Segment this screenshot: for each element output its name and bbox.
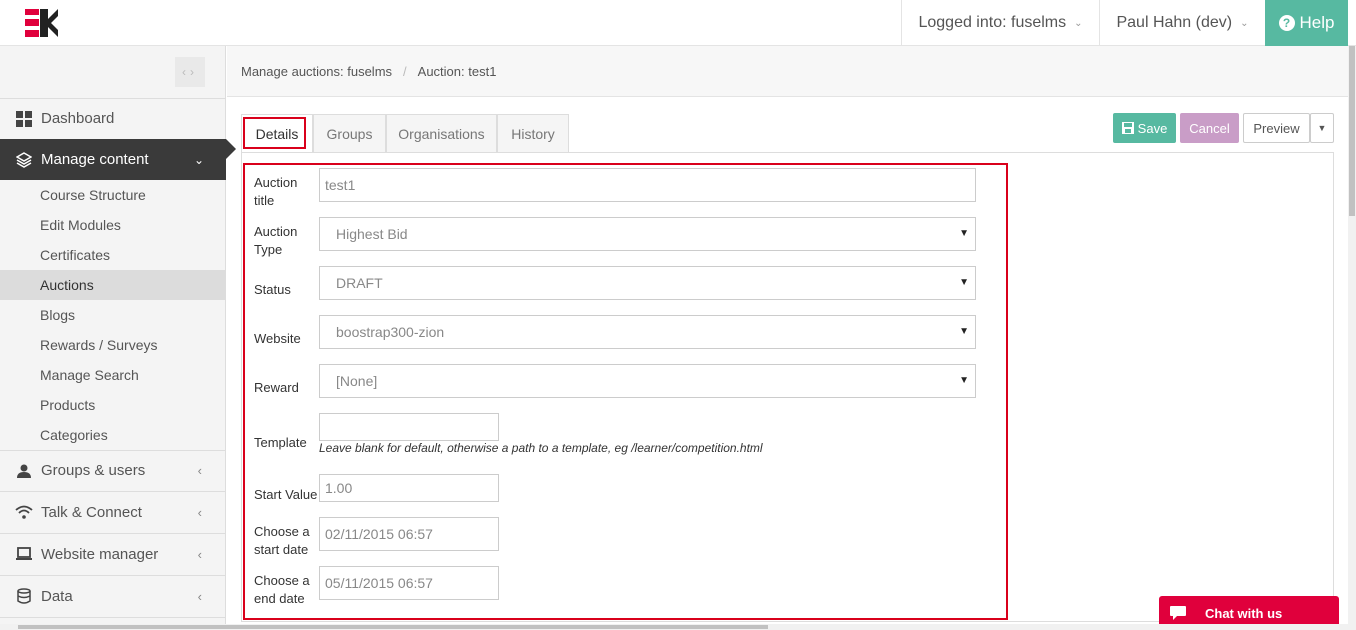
website-value: boostrap300-zion	[336, 324, 445, 340]
layers-icon	[15, 151, 33, 169]
website-label: Website	[254, 331, 301, 346]
breadcrumb-separator: /	[403, 63, 407, 79]
template-label: Template	[254, 435, 307, 450]
sidebar-item-label: Website manager	[41, 545, 159, 563]
preview-dropdown-toggle[interactable]: ▼	[1310, 113, 1334, 143]
scrollbar-thumb[interactable]	[1349, 46, 1355, 216]
chat-bubble-icon	[1170, 606, 1186, 620]
end-date-input[interactable]: 05/11/2015 06:57	[319, 566, 499, 600]
cancel-button[interactable]: Cancel	[1180, 113, 1239, 143]
auction-type-label: Auction Type	[254, 224, 298, 257]
divider	[0, 617, 226, 618]
logged-into-label: Logged into: fuselms	[918, 14, 1067, 31]
sidebar-subitem-categories[interactable]: Categories	[0, 420, 226, 450]
chevron-left-icon: ‹	[197, 504, 202, 520]
chevron-down-icon: ⌄	[193, 152, 204, 167]
auction-title-label: Auction title	[254, 175, 298, 208]
template-help-text: Leave blank for default, otherwise a pat…	[319, 441, 763, 455]
sidebar-item-label: Talk & Connect	[41, 503, 142, 521]
sidebar-item-dashboard[interactable]: Dashboard	[0, 98, 226, 139]
sidebar: ‹› Dashboard Manage content ⌄ Course Str…	[0, 46, 236, 630]
start-value-input[interactable]: 1.00	[319, 474, 499, 502]
horizontal-scrollbar[interactable]	[0, 624, 1348, 630]
question-circle-icon: ?	[1278, 15, 1295, 31]
wifi-icon	[15, 503, 33, 521]
chevron-left-icon: ‹	[197, 588, 202, 604]
sidebar-item-manage-content[interactable]: Manage content ⌄	[0, 139, 236, 180]
preview-button[interactable]: Preview	[1243, 113, 1310, 143]
user-name-label: Paul Hahn (dev)	[1116, 14, 1233, 31]
chevron-down-icon: ⌄	[1240, 17, 1249, 29]
caret-down-icon: ▼	[959, 375, 969, 386]
sidebar-subitem-manage-search[interactable]: Manage Search	[0, 360, 226, 390]
auction-type-select[interactable]: Highest Bid ▼	[319, 217, 976, 251]
end-date-label: Choose a end date	[254, 573, 310, 606]
chevron-left-icon: ‹	[197, 463, 202, 478]
chat-label: Chat with us	[1205, 605, 1283, 621]
caret-down-icon: ▼	[1317, 123, 1327, 133]
sidebar-item-label: Groups & users	[41, 462, 146, 479]
caret-down-icon: ▼	[959, 326, 969, 337]
sidebar-subitem-rewards-surveys[interactable]: Rewards / Surveys	[0, 330, 226, 360]
sidebar-subitem-auctions[interactable]: Auctions	[0, 270, 226, 300]
sidebar-item-label: Manage content	[41, 151, 149, 168]
start-date-input[interactable]: 02/11/2015 06:57	[319, 517, 499, 551]
sidebar-item-label: Data	[41, 587, 73, 605]
database-icon	[15, 587, 33, 605]
status-label: Status	[254, 282, 291, 297]
save-label: Save	[1137, 120, 1168, 136]
caret-down-icon: ▼	[959, 277, 969, 288]
vertical-scrollbar[interactable]	[1348, 46, 1356, 630]
start-date-label: Choose a start date	[254, 524, 310, 557]
sidebar-subitem-products[interactable]: Products	[0, 390, 226, 420]
sidebar-subitem-edit-modules[interactable]: Edit Modules	[0, 210, 226, 240]
floppy-disk-icon	[1121, 122, 1134, 134]
breadcrumb-parent-link[interactable]: Manage auctions: fuselms	[241, 64, 392, 79]
help-label: Help	[1299, 13, 1335, 32]
sidebar-item-website-manager[interactable]: Website manager ‹	[0, 533, 226, 575]
start-value-label: Start Value	[254, 487, 318, 502]
tab-history[interactable]: History	[497, 114, 569, 152]
breadcrumb: Manage auctions: fuselms / Auction: test…	[227, 46, 1348, 97]
laptop-icon	[15, 545, 33, 563]
logged-into-dropdown[interactable]: Logged into: fuselms ⌄	[901, 0, 1099, 46]
sidebar-subitem-course-structure[interactable]: Course Structure	[0, 180, 226, 210]
reward-value: [None]	[336, 373, 378, 389]
status-select[interactable]: DRAFT ▼	[319, 266, 976, 300]
caret-down-icon: ▼	[959, 228, 969, 239]
chevron-left-icon: ‹	[197, 546, 202, 562]
user-icon	[15, 462, 33, 480]
help-button[interactable]: ? Help	[1265, 0, 1348, 46]
reward-select[interactable]: [None] ▼	[319, 364, 976, 398]
auction-type-value: Highest Bid	[336, 226, 408, 242]
dashboard-grid-icon	[15, 110, 33, 128]
tab-organisations[interactable]: Organisations	[386, 114, 497, 152]
breadcrumb-current: Auction: test1	[417, 63, 497, 79]
sidebar-subitem-certificates[interactable]: Certificates	[0, 240, 226, 270]
top-bar: Logged into: fuselms ⌄ Paul Hahn (dev) ⌄…	[0, 0, 1356, 46]
sidebar-item-groups-users[interactable]: Groups & users ‹	[0, 450, 226, 491]
sidebar-item-label: Dashboard	[41, 110, 115, 127]
active-indicator-arrow	[226, 139, 236, 159]
website-select[interactable]: boostrap300-zion ▼	[319, 315, 976, 349]
reward-label: Reward	[254, 380, 299, 395]
tab-groups[interactable]: Groups	[313, 114, 386, 152]
sidebar-item-talk-connect[interactable]: Talk & Connect ‹	[0, 491, 226, 533]
auction-title-input[interactable]: test1	[319, 168, 976, 202]
sidebar-collapse-button[interactable]: ‹›	[175, 57, 205, 87]
sidebar-subitem-blogs[interactable]: Blogs	[0, 300, 226, 330]
save-button[interactable]: Save	[1113, 113, 1176, 143]
template-input[interactable]	[319, 413, 499, 441]
scrollbar-thumb[interactable]	[18, 625, 768, 629]
brand-logo-icon[interactable]	[22, 6, 60, 40]
status-value: DRAFT	[336, 275, 383, 291]
user-menu-dropdown[interactable]: Paul Hahn (dev) ⌄	[1099, 0, 1265, 46]
chevron-down-icon: ⌄	[1074, 17, 1083, 29]
tab-details[interactable]: Details	[241, 114, 313, 152]
sidebar-item-data[interactable]: Data ‹	[0, 575, 226, 617]
